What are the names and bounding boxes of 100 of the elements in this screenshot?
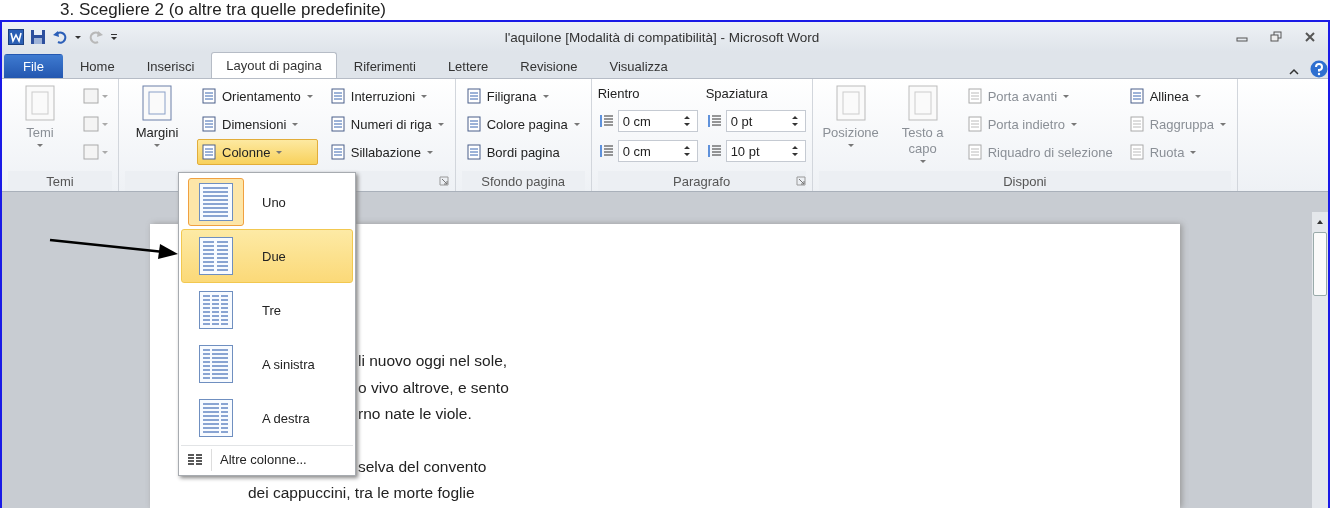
- lines-icon: [597, 143, 614, 159]
- ribbon-button[interactable]: Filigrana: [461, 83, 585, 109]
- spin-field[interactable]: 0 pt: [725, 110, 806, 132]
- dialog-launcher-icon[interactable]: [795, 176, 806, 186]
- ribbon-button[interactable]: Colore pagina: [461, 111, 585, 137]
- group-label: Paragrafo: [673, 173, 731, 189]
- page-icon: [465, 88, 482, 104]
- page-icon: [1128, 88, 1145, 104]
- spin-field[interactable]: 0 cm: [617, 140, 698, 162]
- caret-icon: [1219, 120, 1227, 128]
- spin-arrows-icon[interactable]: [682, 114, 691, 128]
- spin-arrows-icon[interactable]: [790, 114, 799, 128]
- page-icon: [329, 88, 346, 104]
- ribbon-button[interactable]: Sillabazione: [325, 139, 449, 165]
- ribbon-tab[interactable]: Layout di pagina: [211, 52, 337, 78]
- group-heading: Spaziatura: [705, 85, 769, 103]
- caret-icon: [918, 157, 927, 165]
- caret-icon: [541, 92, 550, 100]
- page-icon: [1128, 144, 1145, 160]
- group-label: Temi: [46, 173, 74, 189]
- columns-icon: [198, 236, 234, 276]
- ribbon-tab[interactable]: Home: [64, 54, 130, 78]
- caret-icon: [425, 148, 434, 156]
- menu-item[interactable]: Uno: [181, 175, 353, 229]
- columns-icon: [198, 182, 234, 222]
- help-icon[interactable]: [1310, 60, 1328, 78]
- window-title: l'aquilone [Modalità di compatibilità] - Microsoft Word: [504, 29, 820, 45]
- ribbon-tab[interactable]: Lettere: [432, 54, 504, 78]
- spin-field[interactable]: 0 cm: [617, 110, 698, 132]
- caret-icon[interactable]: [74, 33, 82, 41]
- caret-icon: [1189, 148, 1198, 156]
- square-icon: [83, 116, 99, 132]
- customize-toolbar-icon[interactable]: [110, 33, 118, 41]
- ribbon-tab[interactable]: Riferimenti: [338, 54, 431, 78]
- page-icon: [329, 144, 346, 160]
- caret-icon: [153, 141, 161, 149]
- page-icon: [966, 144, 983, 160]
- caret-icon: [1069, 120, 1078, 128]
- restore-icon[interactable]: [1270, 31, 1282, 43]
- text-line: o vivo altrove, e sento: [358, 377, 509, 398]
- ribbon-button[interactable]: Margini: [125, 83, 189, 151]
- page-icon: [329, 116, 346, 132]
- caret-icon: [572, 120, 581, 128]
- ribbon-button[interactable]: Interruzioni: [325, 83, 449, 109]
- ribbon-button[interactable]: Dimensioni: [197, 111, 318, 137]
- ribbon-button[interactable]: Bordi pagina: [461, 139, 585, 165]
- page-icon: [465, 116, 482, 132]
- page-icon: [141, 85, 173, 121]
- group-label: Disponi: [1003, 173, 1047, 189]
- caret-icon: [101, 92, 109, 100]
- undo-icon[interactable]: [52, 29, 68, 45]
- square-icon: [83, 144, 99, 160]
- menu-item[interactable]: A sinistra: [181, 337, 353, 391]
- lines-icon: [705, 113, 722, 129]
- caret-icon: [275, 148, 284, 156]
- dialog-launcher-icon[interactable]: [438, 176, 449, 186]
- menu-item[interactable]: Tre: [181, 283, 353, 337]
- word-logo-icon[interactable]: [8, 29, 24, 45]
- caret-icon: [305, 92, 314, 100]
- caret-icon: [101, 120, 109, 128]
- group-heading: Rientro: [597, 85, 641, 103]
- ribbon-button[interactable]: Numeri di riga: [325, 111, 449, 137]
- caret-icon: [36, 141, 44, 149]
- spin-arrows-icon[interactable]: [790, 144, 799, 158]
- scroll-up-icon[interactable]: [1316, 218, 1324, 226]
- caret-icon: [846, 141, 855, 149]
- page-icon: [201, 144, 217, 160]
- columns-icon: [187, 451, 203, 468]
- caret-icon: [291, 120, 300, 128]
- caret-icon: [420, 92, 429, 100]
- scrollbar-thumb[interactable]: [1313, 232, 1327, 296]
- text-line: li nuovo oggi nel sole,: [358, 351, 508, 371]
- columns-icon: [198, 398, 234, 438]
- ribbon-tab[interactable]: File: [4, 54, 63, 78]
- save-icon[interactable]: [30, 29, 46, 45]
- page-icon: [465, 144, 482, 160]
- page-icon: [906, 85, 939, 121]
- scrollbar[interactable]: [1312, 212, 1328, 508]
- page-icon: [24, 85, 56, 121]
- spin-field[interactable]: 10 pt: [725, 140, 806, 162]
- ribbon-button[interactable]: Allinea: [1124, 83, 1231, 109]
- ribbon-tab[interactable]: Inserisci: [131, 54, 210, 78]
- ribbon-tab[interactable]: Revisione: [505, 54, 593, 78]
- page-icon: [201, 116, 217, 132]
- page-icon: [201, 88, 217, 104]
- lines-icon: [705, 143, 722, 159]
- ribbon-button[interactable]: Orientamento: [197, 83, 318, 109]
- menu-item[interactable]: A destra: [181, 391, 353, 445]
- menu-item[interactable]: Altre colonne...: [181, 445, 353, 473]
- columns-icon: [198, 344, 234, 384]
- square-icon: [83, 88, 99, 104]
- caret-icon: [101, 148, 109, 156]
- spin-arrows-icon[interactable]: [682, 144, 691, 158]
- page-icon: [1128, 116, 1145, 132]
- close-icon[interactable]: [1304, 31, 1316, 43]
- caret-icon: [1062, 92, 1070, 100]
- ribbon-button[interactable]: Colonne: [197, 139, 318, 165]
- ribbon-tab[interactable]: Visualizza: [594, 54, 683, 78]
- page-icon: [966, 88, 983, 104]
- menu-item[interactable]: Due: [181, 229, 353, 283]
